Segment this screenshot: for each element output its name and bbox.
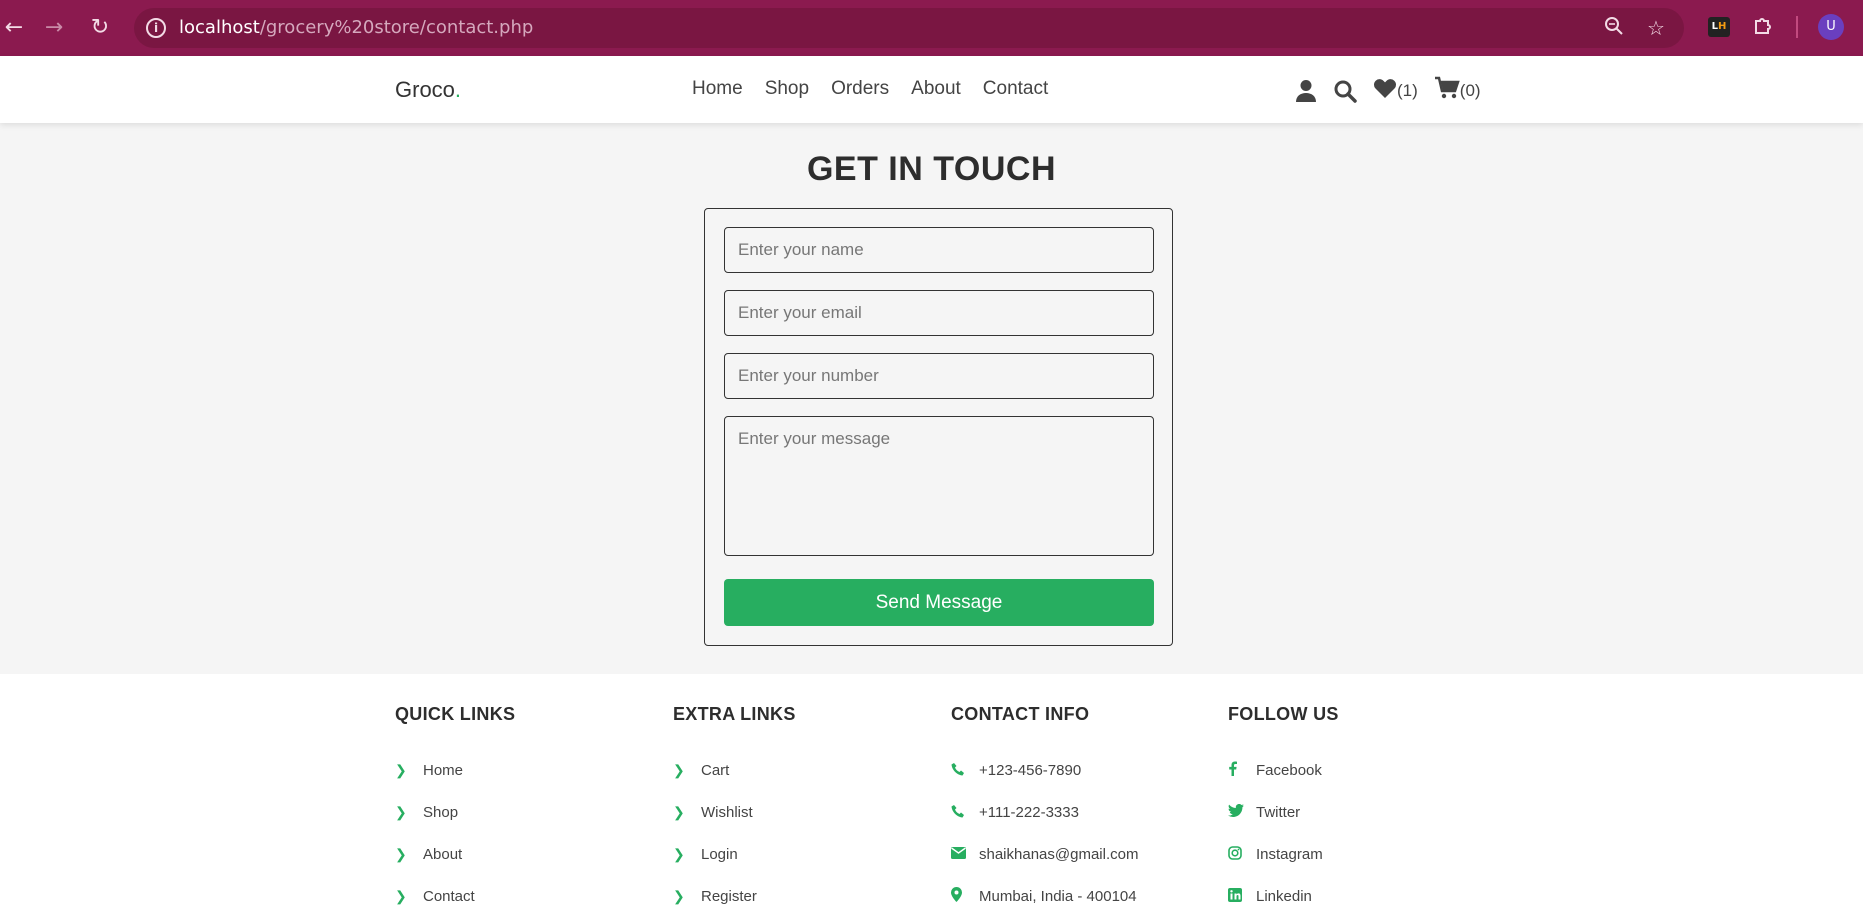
contact-text: shaikhanas@gmail.com: [979, 845, 1139, 863]
site-footer: QUICK LINKS ❯ Home ❯ Shop ❯ About ❯ Contact …: [0, 674, 1863, 922]
heart-icon: [1373, 77, 1397, 105]
reload-icon[interactable]: ↻: [86, 14, 114, 42]
url-host: localhost: [179, 17, 260, 38]
chevron-right-icon: ❯: [395, 803, 407, 820]
wishlist-count: (1): [1397, 81, 1418, 100]
footer-link-shop[interactable]: ❯ Shop: [395, 791, 515, 833]
social-label: Facebook: [1256, 761, 1322, 779]
user-icon[interactable]: [1295, 79, 1317, 103]
bookmark-star-icon[interactable]: ☆: [1644, 16, 1668, 40]
contact-phone-2[interactable]: +111-222-3333: [951, 791, 1138, 833]
nav-shop[interactable]: Shop: [765, 78, 809, 100]
chevron-right-icon: ❯: [395, 845, 407, 862]
toolbar-divider: [1796, 16, 1798, 38]
chevron-right-icon: ❯: [673, 761, 685, 778]
send-message-button[interactable]: Send Message: [724, 579, 1154, 626]
logo-text: Groco: [395, 77, 455, 102]
profile-avatar[interactable]: U: [1818, 14, 1844, 40]
linkedin-icon: [1228, 887, 1248, 905]
phone-icon: [951, 762, 971, 779]
cart-button[interactable]: (0): [1434, 76, 1481, 106]
social-label: Twitter: [1256, 803, 1301, 821]
contact-text: +111-222-3333: [979, 803, 1079, 821]
footer-link-label: Register: [701, 887, 757, 905]
zoom-icon[interactable]: [1602, 16, 1626, 41]
contact-text: Mumbai, India - 400104: [979, 887, 1137, 905]
url-text[interactable]: localhost/grocery%20store/contact.php: [179, 17, 533, 38]
footer-link-label: Home: [423, 761, 464, 779]
footer-link-label: Wishlist: [701, 803, 753, 821]
footer-contact-info: CONTACT INFO +123-456-7890 +111-222-3333…: [951, 704, 1138, 917]
nav-about[interactable]: About: [911, 78, 961, 100]
cart-count: (0): [1459, 81, 1481, 100]
footer-link-login[interactable]: ❯ Login: [673, 833, 796, 875]
extensions-puzzle-icon[interactable]: [1752, 14, 1774, 41]
contact-phone-1[interactable]: +123-456-7890: [951, 749, 1138, 791]
chevron-right-icon: ❯: [673, 845, 685, 862]
contact-text: +123-456-7890: [979, 761, 1082, 779]
social-label: Linkedin: [1256, 887, 1312, 905]
header-icons: (1) (0): [1295, 76, 1497, 106]
map-marker-icon: [951, 887, 971, 905]
nav-home[interactable]: Home: [692, 78, 743, 100]
footer-heading: FOLLOW US: [1228, 704, 1339, 724]
lighthouse-extension-icon[interactable]: LH: [1708, 17, 1730, 37]
footer-link-label: Cart: [701, 761, 730, 779]
social-twitter[interactable]: Twitter: [1228, 791, 1339, 833]
site-logo[interactable]: Groco.: [395, 77, 461, 103]
site-info-icon[interactable]: i: [146, 18, 166, 38]
email-input[interactable]: [724, 290, 1154, 336]
number-input[interactable]: [724, 353, 1154, 399]
footer-link-register[interactable]: ❯ Register: [673, 875, 796, 917]
facebook-icon: [1228, 761, 1248, 779]
phone-icon: [951, 804, 971, 821]
url-path: /grocery%20store/contact.php: [259, 17, 534, 38]
page-title: GET IN TOUCH: [806, 150, 1057, 188]
cart-icon: [1434, 76, 1460, 106]
twitter-icon: [1228, 803, 1248, 820]
contact-address[interactable]: Mumbai, India - 400104: [951, 875, 1138, 917]
chevron-right-icon: ❯: [673, 803, 685, 820]
envelope-icon: [951, 846, 971, 862]
nav-orders[interactable]: Orders: [831, 78, 889, 100]
search-icon[interactable]: [1333, 79, 1357, 103]
main-nav: Home Shop Orders About Contact: [692, 78, 1048, 100]
message-textarea[interactable]: [724, 416, 1154, 556]
chevron-right-icon: ❯: [395, 761, 407, 778]
footer-link-wishlist[interactable]: ❯ Wishlist: [673, 791, 796, 833]
footer-link-label: Login: [701, 845, 738, 863]
footer-link-label: Contact: [423, 887, 475, 905]
address-bar[interactable]: i localhost/grocery%20store/contact.php …: [134, 8, 1684, 48]
footer-heading: QUICK LINKS: [395, 704, 516, 724]
name-input[interactable]: [724, 227, 1154, 273]
footer-heading: EXTRA LINKS: [673, 704, 796, 724]
footer-link-cart[interactable]: ❯ Cart: [673, 749, 796, 791]
chevron-right-icon: ❯: [395, 887, 407, 904]
contact-form: Send Message: [704, 208, 1173, 646]
footer-link-label: Shop: [423, 803, 459, 821]
footer-link-about[interactable]: ❯ About: [395, 833, 515, 875]
social-facebook[interactable]: Facebook: [1228, 749, 1339, 791]
footer-link-home[interactable]: ❯ Home: [395, 749, 515, 791]
social-linkedin[interactable]: Linkedin: [1228, 875, 1339, 917]
footer-link-contact[interactable]: ❯ Contact: [395, 875, 515, 917]
footer-heading: CONTACT INFO: [951, 704, 1090, 724]
back-arrow-icon[interactable]: ←: [0, 14, 28, 42]
social-instagram[interactable]: Instagram: [1228, 833, 1339, 875]
browser-toolbar: ← → ↻ i localhost/grocery%20store/contac…: [0, 0, 1863, 56]
social-label: Instagram: [1256, 845, 1323, 863]
forward-arrow-icon[interactable]: →: [40, 14, 68, 42]
footer-follow-us: FOLLOW US Facebook Twitter Instagram Lin…: [1228, 704, 1339, 917]
footer-link-label: About: [423, 845, 463, 863]
logo-dot: .: [454, 77, 462, 102]
site-header: Groco. Home Shop Orders About Contact (1…: [0, 56, 1863, 123]
wishlist-button[interactable]: (1): [1373, 77, 1418, 105]
nav-contact[interactable]: Contact: [983, 78, 1048, 100]
contact-email[interactable]: shaikhanas@gmail.com: [951, 833, 1138, 875]
instagram-icon: [1228, 845, 1248, 863]
footer-extra-links: EXTRA LINKS ❯ Cart ❯ Wishlist ❯ Login ❯ Regi…: [673, 704, 796, 917]
footer-quick-links: QUICK LINKS ❯ Home ❯ Shop ❯ About ❯ Contact: [395, 704, 515, 917]
chevron-right-icon: ❯: [673, 887, 685, 904]
